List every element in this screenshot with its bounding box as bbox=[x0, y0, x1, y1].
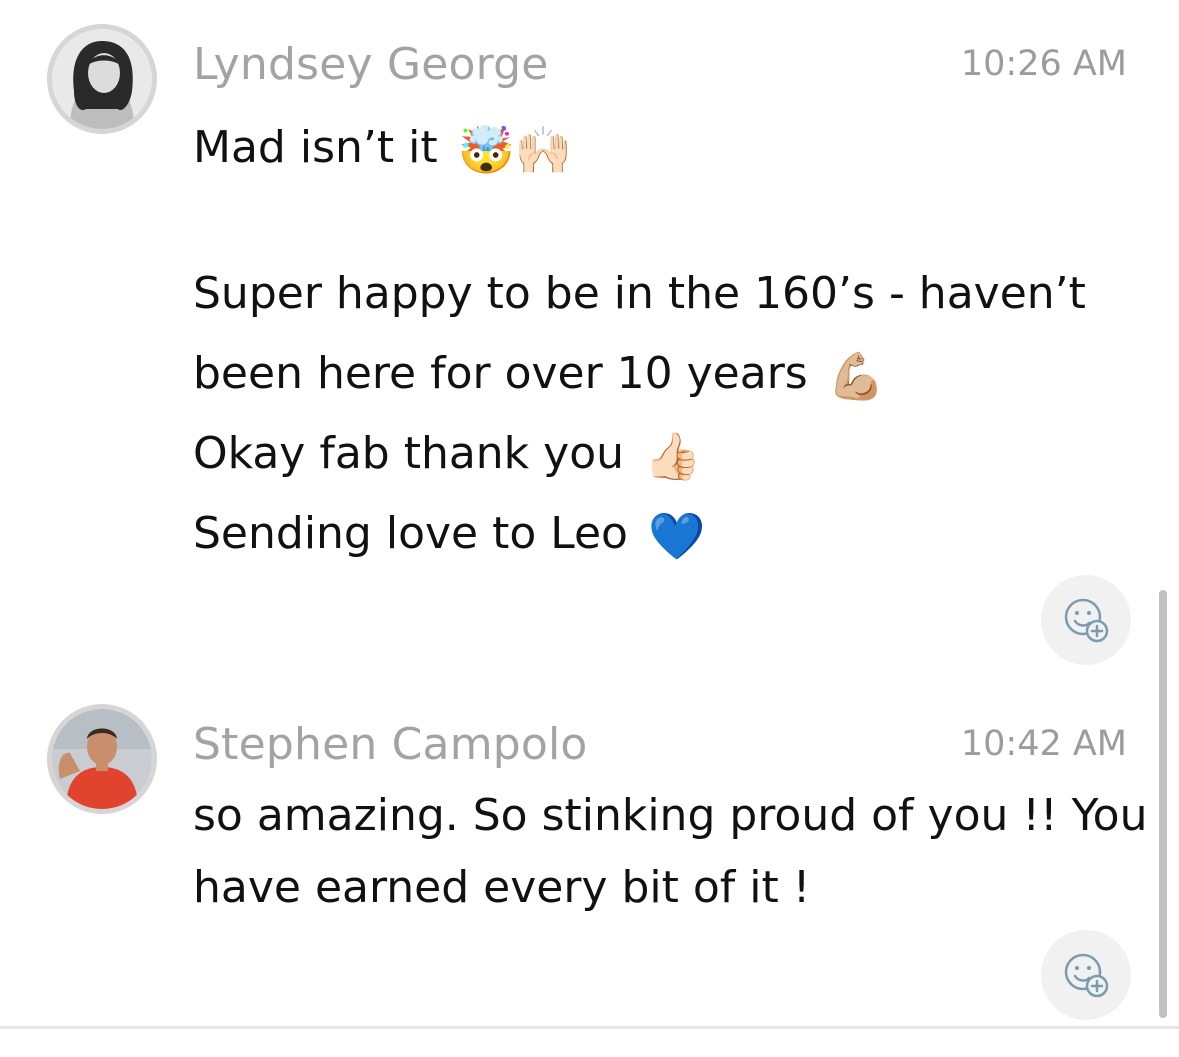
message-body: Mad isn’t it 🤯🙌🏻 Super happy to be in th… bbox=[193, 108, 1129, 574]
message-line: been here for over 10 years 💪🏼 bbox=[193, 334, 1129, 414]
message-line: Sending love to Leo 💙 bbox=[193, 494, 1129, 574]
message-item: Lyndsey George 10:26 AM Mad isn’t it 🤯🙌🏻… bbox=[0, 0, 1179, 680]
message-line: have earned every bit of it ! bbox=[193, 852, 1129, 924]
divider bbox=[0, 1026, 1179, 1029]
add-reaction-button[interactable] bbox=[1041, 930, 1131, 1020]
message-text: have earned every bit of it ! bbox=[193, 862, 811, 913]
avatar[interactable] bbox=[47, 24, 157, 134]
message-item: Stephen Campolo 10:42 AM so amazing. So … bbox=[0, 680, 1179, 1025]
message-line bbox=[193, 188, 1129, 254]
message-text: been here for over 10 years bbox=[193, 348, 808, 399]
emoji-icon: 💙 bbox=[647, 509, 706, 563]
chat-thread: Lyndsey George 10:26 AM Mad isn’t it 🤯🙌🏻… bbox=[0, 0, 1179, 1057]
message-line: Mad isn’t it 🤯🙌🏻 bbox=[193, 108, 1129, 188]
message-line: so amazing. So stinking proud of you !! … bbox=[193, 780, 1147, 852]
message-text: Sending love to Leo bbox=[193, 508, 628, 559]
avatar-photo-icon bbox=[52, 29, 152, 129]
emoji-icon: 🤯🙌🏻 bbox=[457, 123, 573, 177]
message-line: Super happy to be in the 160’s - haven’t bbox=[193, 254, 1129, 334]
avatar-photo-icon bbox=[52, 709, 152, 809]
message-text: Super happy to be in the 160’s - haven’t bbox=[193, 268, 1086, 319]
message-line: Okay fab thank you 👍🏻 bbox=[193, 414, 1129, 494]
sender-name[interactable]: Stephen Campolo bbox=[193, 718, 588, 772]
add-reaction-button[interactable] bbox=[1041, 575, 1131, 665]
message-body: so amazing. So stinking proud of you !! … bbox=[193, 780, 1147, 924]
add-reaction-icon bbox=[1064, 953, 1109, 998]
add-reaction-icon bbox=[1064, 598, 1109, 643]
message-text: Mad isn’t it bbox=[193, 122, 438, 173]
message-timestamp: 10:26 AM bbox=[960, 44, 1127, 84]
message-text: Okay fab thank you bbox=[193, 428, 624, 479]
scrollbar[interactable] bbox=[1159, 590, 1167, 1018]
emoji-icon: 💪🏼 bbox=[827, 349, 886, 403]
sender-name[interactable]: Lyndsey George bbox=[193, 38, 549, 92]
message-text: so amazing. So stinking proud of you !! … bbox=[193, 790, 1148, 841]
message-timestamp: 10:42 AM bbox=[960, 724, 1127, 764]
avatar[interactable] bbox=[47, 704, 157, 814]
emoji-icon: 👍🏻 bbox=[644, 429, 702, 483]
